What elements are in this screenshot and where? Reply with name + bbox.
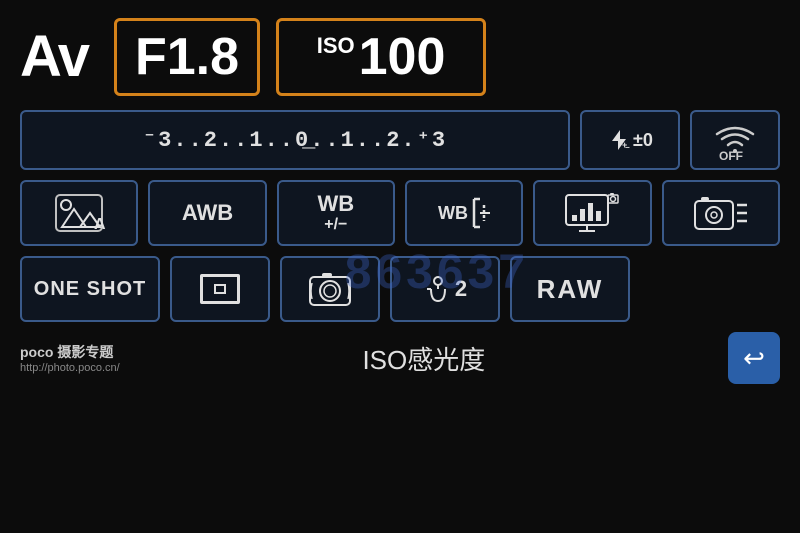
camera-settings-cell[interactable]: [662, 180, 780, 246]
wb-label: AWB: [182, 200, 233, 226]
iso-label: ISO: [317, 33, 355, 59]
back-icon: ↩: [743, 343, 765, 374]
svg-text:−: −: [625, 143, 630, 152]
iso-value: 100: [359, 27, 446, 87]
raw-label: RAW: [537, 274, 604, 305]
exposure-scale: ⁻3..2..1..0̲..1..2.⁺3: [143, 127, 447, 153]
raw-cell[interactable]: RAW: [510, 256, 630, 322]
flash-compensation-cell[interactable]: + − ±0: [580, 110, 680, 170]
one-shot-label: ONE SHOT: [34, 278, 146, 301]
timer-cell[interactable]: 2: [390, 256, 500, 322]
exposure-row: ⁻3..2..1..0̲..1..2.⁺3 + − ±0: [20, 110, 780, 170]
poco-url: http://photo.poco.cn/: [20, 362, 120, 374]
svg-text:OFF: OFF: [719, 149, 743, 161]
action-row: ONE SHOT: [20, 256, 780, 322]
mode-label: Av: [20, 28, 88, 86]
live-view-cell[interactable]: [280, 256, 380, 322]
poco-brand: poco 摄影专题: [20, 342, 113, 362]
one-shot-cell[interactable]: ONE SHOT: [20, 256, 160, 322]
top-row: Av F1.8 ISO 100: [20, 18, 780, 96]
icon-grid-row: A AWB WB +/− WB: [20, 180, 780, 246]
timer-value: 2: [455, 276, 467, 302]
back-button[interactable]: ↩: [728, 332, 780, 384]
af-point-cell[interactable]: [170, 256, 270, 322]
aperture-box[interactable]: F1.8: [114, 18, 260, 96]
wb-bracket-cell[interactable]: WB: [405, 180, 523, 246]
iso-box[interactable]: ISO 100: [276, 18, 486, 96]
metering-icon: A: [52, 191, 106, 235]
flash-content: + − ±0: [607, 128, 653, 152]
wb-cell[interactable]: AWB: [148, 180, 266, 246]
wb-adjust-content: WB +/−: [317, 192, 354, 234]
metering-cell[interactable]: A: [20, 180, 138, 246]
bottom-row: poco 摄影专题 http://photo.poco.cn/ ISO感光度 ↩: [20, 332, 780, 384]
display-cell[interactable]: [533, 180, 651, 246]
camera-settings-icon: [693, 191, 749, 235]
bottom-iso-label: ISO感光度: [362, 340, 485, 377]
timer-icon: [423, 271, 453, 307]
svg-text:WB: WB: [438, 203, 468, 223]
camera-screen: 863637 Av F1.8 ISO 100 ⁻3..2..1..0̲..1..…: [0, 0, 800, 533]
wb-adjust-cell[interactable]: WB +/−: [277, 180, 395, 246]
brand-area: poco 摄影专题 http://photo.poco.cn/: [20, 342, 120, 374]
af-point-icon: [200, 274, 240, 304]
live-view-icon: [308, 269, 352, 309]
display-icon: [564, 191, 620, 235]
aperture-value: F1.8: [135, 27, 239, 87]
timer-content: 2: [423, 271, 467, 307]
flash-icon: + −: [607, 128, 631, 152]
svg-text:A: A: [94, 216, 106, 233]
flash-value: ±0: [633, 130, 653, 151]
wifi-content: OFF: [709, 117, 761, 164]
wifi-cell[interactable]: OFF: [690, 110, 780, 170]
wifi-icon: OFF: [709, 117, 761, 161]
exposure-scale-cell[interactable]: ⁻3..2..1..0̲..1..2.⁺3: [20, 110, 570, 170]
wb-bracket-icon: WB: [436, 191, 492, 235]
